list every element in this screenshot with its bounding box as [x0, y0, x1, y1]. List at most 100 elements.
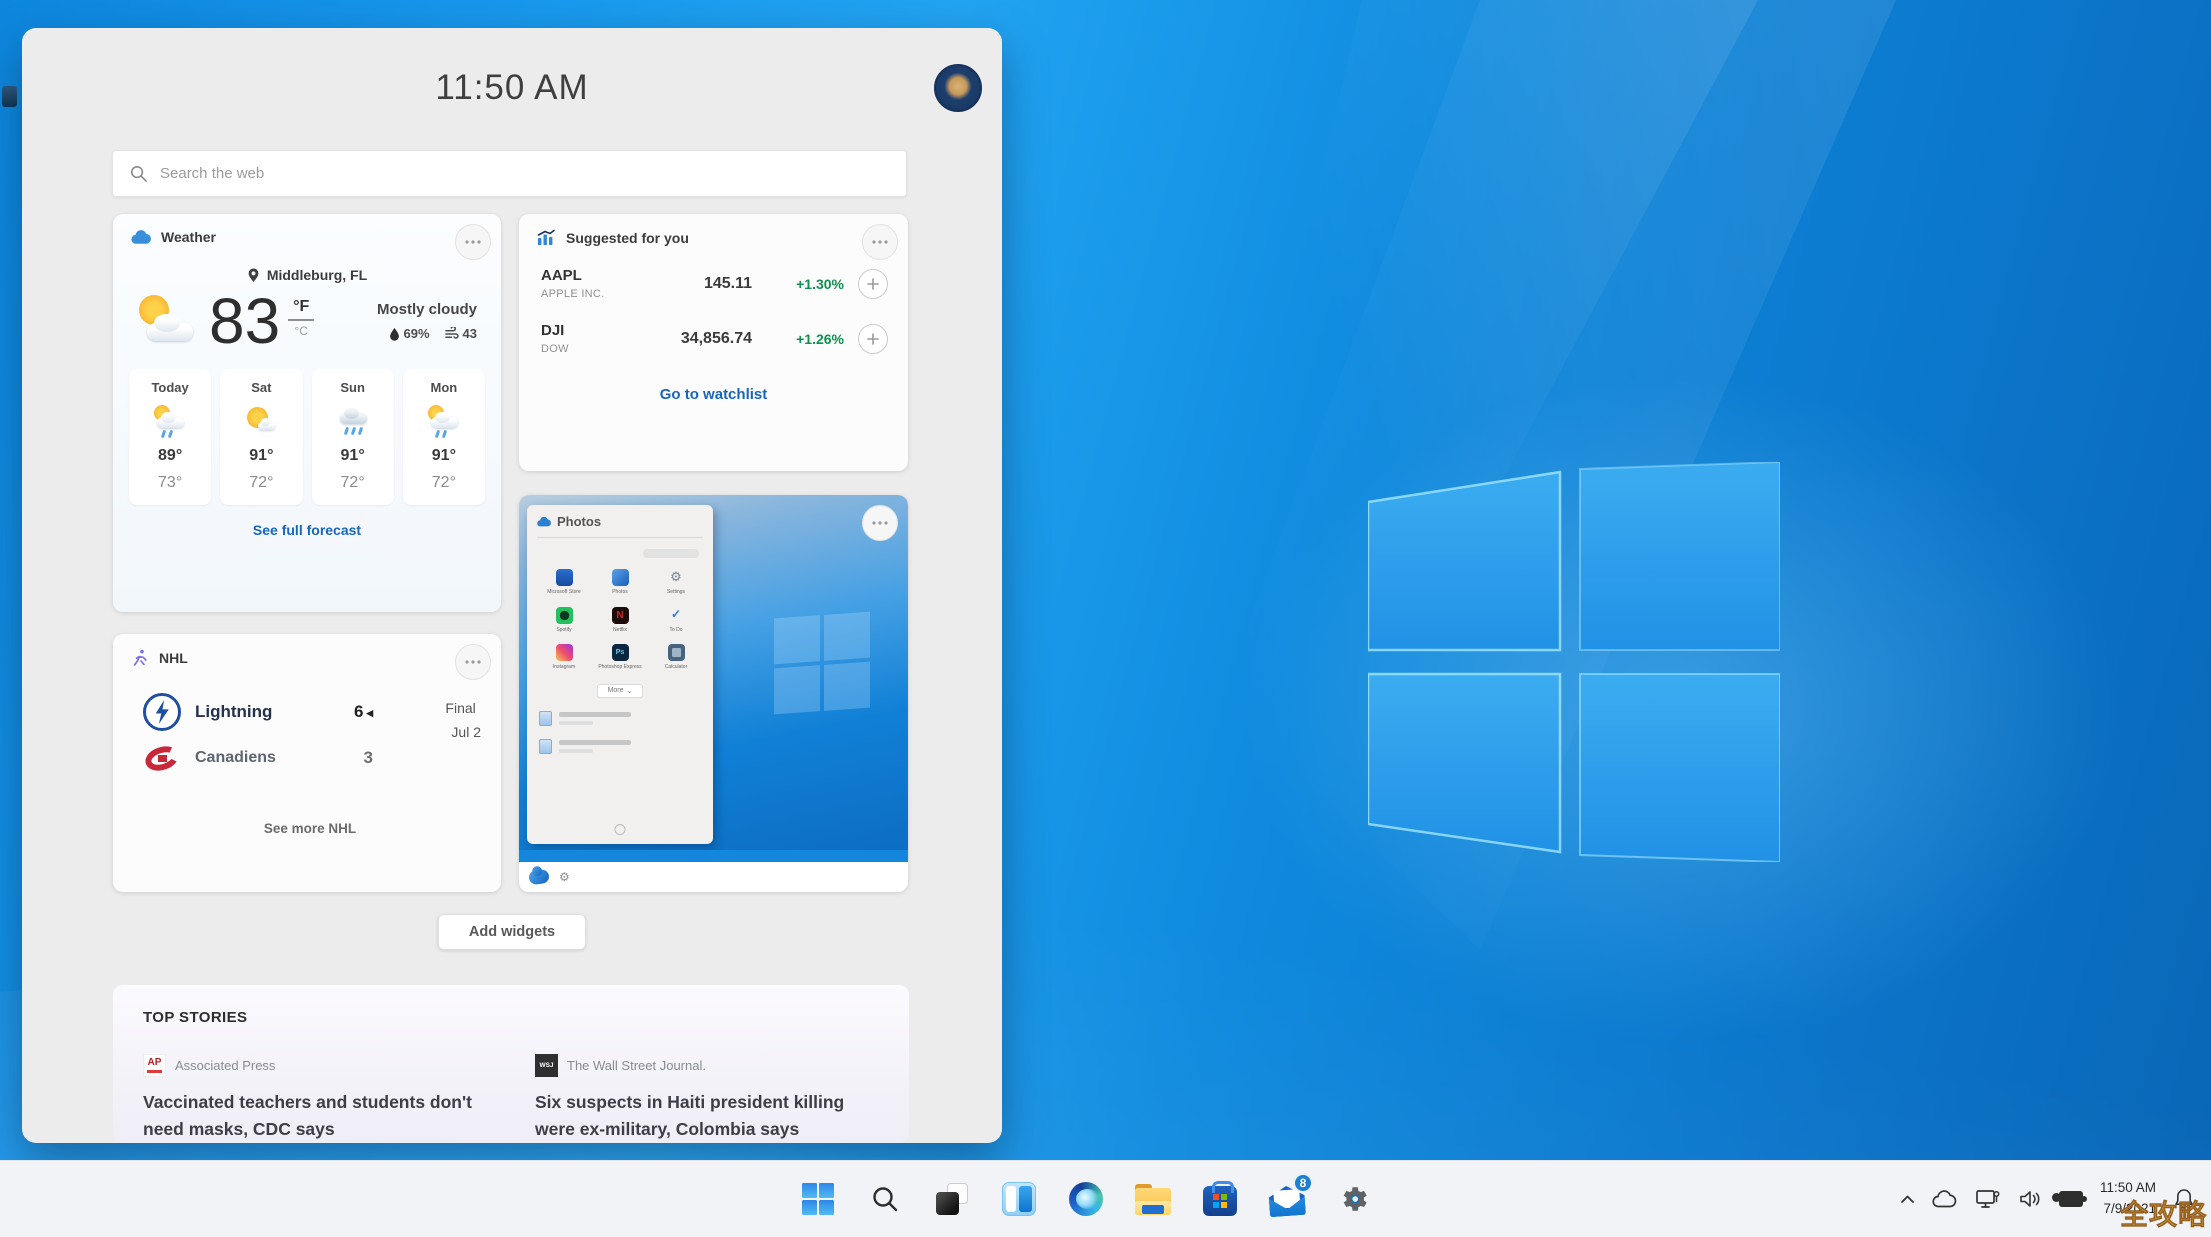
ellipsis-icon [872, 521, 888, 525]
microsoft-store-button[interactable] [1202, 1181, 1238, 1217]
unit-fahrenheit[interactable]: °F [293, 298, 309, 316]
rain-cloud-icon [335, 403, 371, 439]
stock-row-dji[interactable]: DJI DOW 34,856.74 +1.26% [541, 311, 888, 366]
settings-gear-icon [1338, 1183, 1370, 1215]
forecast-day-today[interactable]: Today 89° 73° [129, 369, 211, 505]
lightning-team-logo [143, 693, 181, 731]
app-tile-todo: ✓ To Do [649, 607, 703, 634]
file-icon [539, 739, 552, 754]
weather-more-options-button[interactable] [455, 224, 491, 260]
nhl-widget[interactable]: NHL Lightning 6◂ Canadiens 3 [113, 634, 501, 892]
location-pin-icon [247, 267, 260, 283]
stock-change: +1.30% [752, 276, 844, 292]
microsoft-store-icon [1203, 1186, 1237, 1216]
forecast-day-sun[interactable]: Sun 91° 72° [312, 369, 394, 505]
photos-settings-icon[interactable]: ⚙ [559, 870, 570, 884]
weather-condition: Mostly cloudy [377, 301, 477, 318]
taskbar-search-button[interactable] [867, 1181, 903, 1217]
widgets-panel: 11:50 AM Weather Middleburg, FL [22, 28, 1002, 1143]
todo-icon: ✓ [668, 607, 685, 624]
forecast-day-sat[interactable]: Sat 91° 72° [220, 369, 302, 505]
weather-title: Weather [161, 229, 216, 245]
device-status-icon[interactable] [2059, 1191, 2083, 1207]
netflix-icon: N [612, 607, 629, 624]
edge-browser-button[interactable] [1068, 1181, 1104, 1217]
temperature-unit-toggle[interactable]: °F °C [288, 298, 314, 338]
add-to-watchlist-button[interactable] [858, 269, 888, 299]
photoshop-express-icon: Ps [612, 644, 629, 661]
weather-widget[interactable]: Weather Middleburg, FL 83 °F °C M [113, 214, 501, 612]
team-score: 3 [364, 748, 373, 768]
sun-cloud-rain-icon [426, 403, 462, 439]
search-icon [129, 164, 148, 183]
calculator-icon [668, 644, 685, 661]
nhl-team-row-canadiens[interactable]: Canadiens 3 [143, 735, 477, 781]
add-widgets-button[interactable]: Add widgets [438, 914, 586, 950]
photo-recent-file [537, 711, 703, 726]
sun-cloud-rain-icon [152, 403, 188, 439]
photos-source-icon[interactable] [528, 869, 550, 886]
go-to-watchlist-link[interactable]: Go to watchlist [519, 386, 908, 403]
search-bar[interactable] [112, 150, 907, 197]
stock-row-aapl[interactable]: AAPL APPLE INC. 145.11 +1.30% [541, 256, 888, 311]
search-input[interactable] [160, 165, 890, 182]
tray-chevron-up-icon[interactable] [1900, 1194, 1915, 1204]
app-tile-photoshop-express: Ps Photoshop Express [593, 644, 647, 671]
photos-more-options-button[interactable] [862, 505, 898, 541]
photo-thumbnail[interactable]: Photos Microsoft Store Photos ⚙ Set [519, 495, 908, 862]
plus-icon [867, 278, 879, 290]
stocks-more-options-button[interactable] [862, 224, 898, 260]
file-explorer-button[interactable] [1135, 1181, 1171, 1217]
start-button[interactable] [800, 1181, 836, 1217]
settings-button[interactable] [1336, 1181, 1372, 1217]
unit-celsius[interactable]: °C [294, 324, 307, 338]
nhl-title: NHL [159, 650, 188, 666]
forecast-day-mon[interactable]: Mon 91° 72° [403, 369, 485, 505]
onedrive-cloud-icon [537, 517, 551, 527]
app-tile-microsoft-store: Microsoft Store [537, 569, 591, 596]
panel-clock: 11:50 AM [22, 68, 1002, 108]
edge-icon [1069, 1182, 1103, 1216]
task-view-button[interactable] [934, 1181, 970, 1217]
story-headline: Vaccinated teachers and students don't n… [143, 1089, 487, 1143]
stock-change: +1.26% [752, 331, 844, 347]
forecast-row: Today 89° 73° Sat 91° 72° Sun [113, 353, 501, 505]
avatar[interactable] [934, 64, 982, 112]
instagram-icon [556, 644, 573, 661]
top-stories-section: TOP STORIES AP Associated Press Vaccinat… [113, 985, 909, 1143]
watermark-text: 全攻略 [2120, 1193, 2207, 1233]
game-status-final: Final [445, 697, 481, 721]
volume-icon[interactable] [2018, 1189, 2042, 1209]
mail-button[interactable]: 8 [1269, 1181, 1305, 1217]
file-explorer-icon [1135, 1184, 1171, 1215]
file-icon [539, 711, 552, 726]
air-quality-icon [444, 327, 459, 340]
see-full-forecast-link[interactable]: See full forecast [113, 522, 501, 538]
canadiens-team-logo [143, 739, 181, 777]
stocks-title: Suggested for you [566, 230, 689, 246]
stocks-widget[interactable]: Suggested for you AAPL APPLE INC. 145.11… [519, 214, 908, 471]
winner-marker-icon: ◂ [366, 705, 373, 720]
team-name: Canadiens [195, 749, 276, 767]
story-article[interactable]: WSJ The Wall Street Journal. Six suspect… [535, 1054, 879, 1143]
widgets-button[interactable] [1001, 1181, 1037, 1217]
add-to-watchlist-button[interactable] [858, 324, 888, 354]
network-display-icon[interactable] [1975, 1188, 2001, 1210]
app-tile-settings: ⚙ Settings [649, 569, 703, 596]
current-temperature: 83 [209, 289, 280, 353]
ellipsis-icon [465, 240, 481, 244]
see-more-nhl-link[interactable]: See more NHL [143, 821, 477, 836]
desktop-icon-fragment[interactable] [2, 86, 17, 107]
game-date: Jul 2 [451, 721, 481, 745]
onedrive-cloud-icon[interactable] [1932, 1190, 1958, 1208]
story-article[interactable]: AP Associated Press Vaccinated teachers … [143, 1054, 487, 1143]
game-status: Final Jul 2 [445, 697, 481, 745]
photo-windows-logo [774, 612, 870, 715]
wall-street-journal-logo: WSJ [535, 1054, 558, 1077]
app-tile-spotify: Spotify [537, 607, 591, 634]
photos-widget[interactable]: Photos Microsoft Store Photos ⚙ Set [519, 495, 908, 892]
microsoft-store-icon [556, 569, 573, 586]
app-tile-calculator: Calculator [649, 644, 703, 671]
nhl-team-row-lightning[interactable]: Lightning 6◂ [143, 689, 477, 735]
air-quality-value: 43 [463, 326, 477, 341]
